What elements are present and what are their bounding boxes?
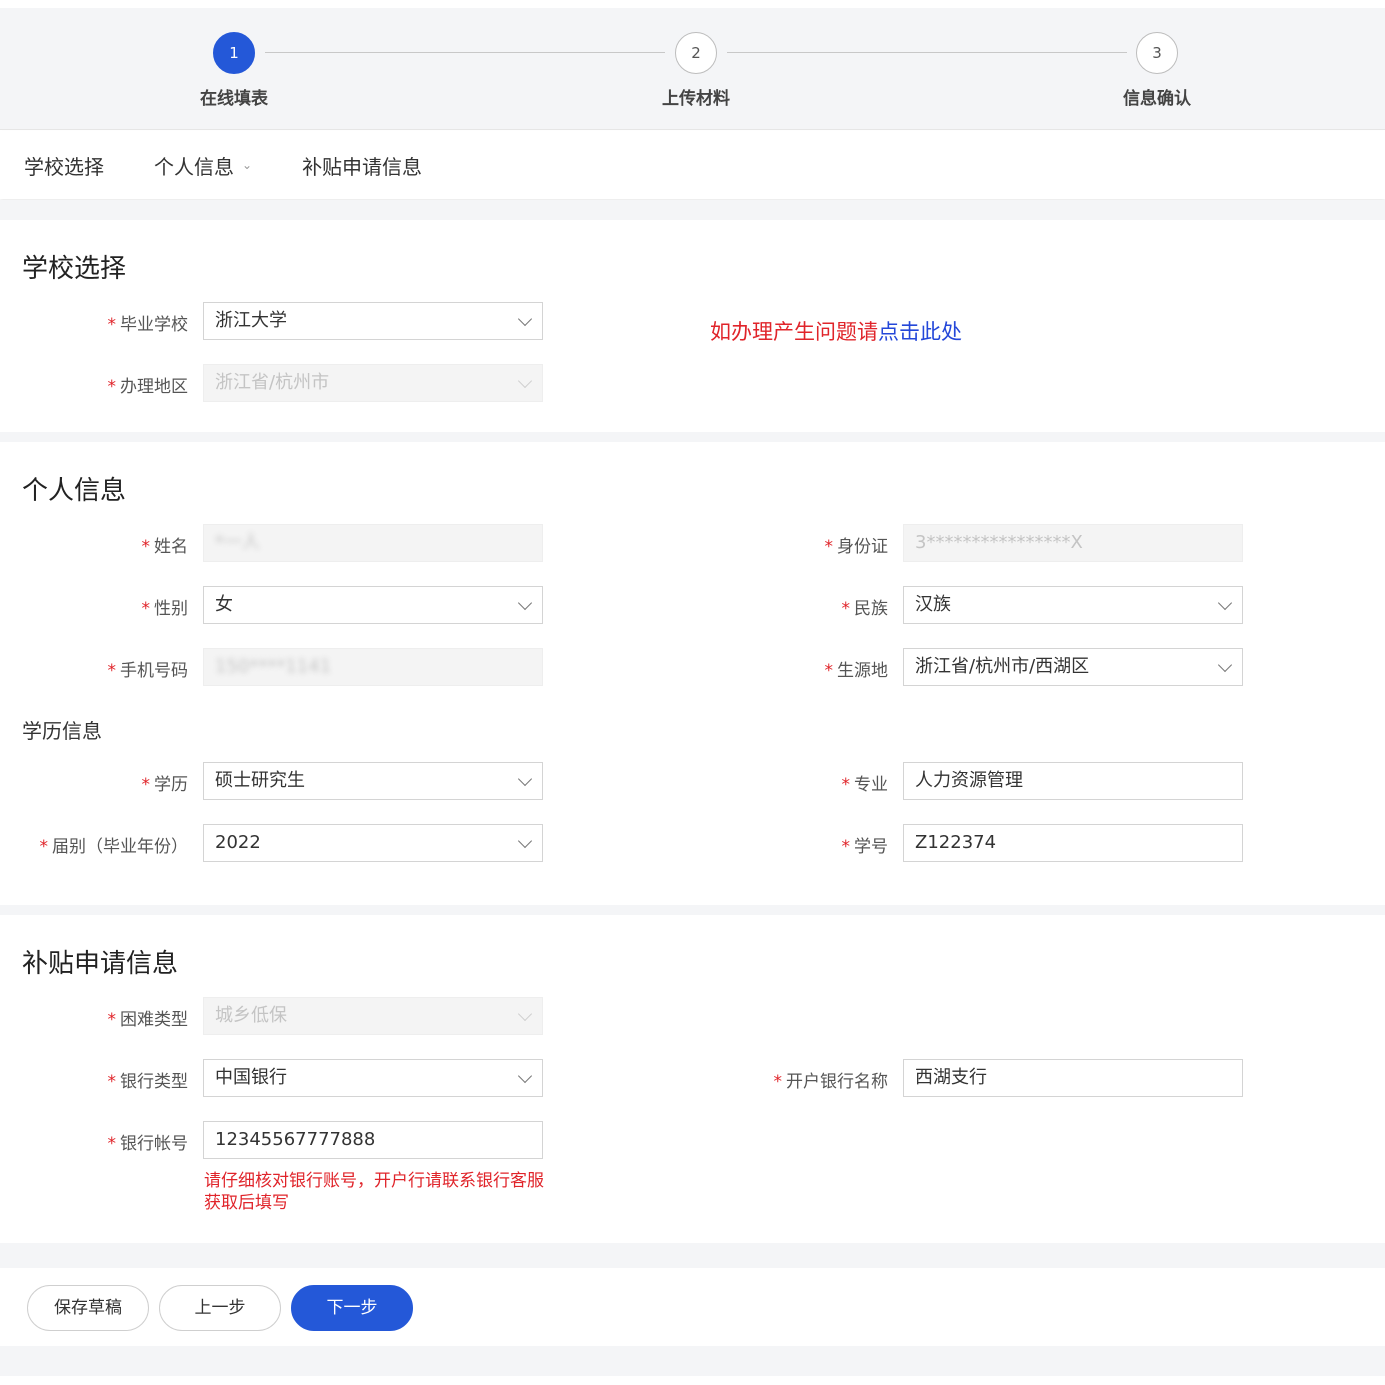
difficulty-type-select: 城乡低保 bbox=[203, 997, 543, 1035]
graduate-school-select[interactable]: 浙江大学 bbox=[203, 302, 543, 340]
student-number-input[interactable]: Z122374 bbox=[903, 824, 1243, 862]
chevron-down-icon bbox=[517, 595, 533, 611]
next-step-button[interactable]: 下一步 bbox=[291, 1285, 413, 1331]
chevron-down-icon bbox=[517, 311, 533, 327]
major-label: * 专业 bbox=[841, 775, 889, 795]
subsidy-section-title: 补贴申请信息 bbox=[22, 949, 179, 979]
ethnicity-select[interactable]: 汉族 bbox=[903, 586, 1243, 624]
step-connector bbox=[265, 52, 665, 53]
chevron-down-icon bbox=[1217, 657, 1233, 673]
step-3-label: 信息确认 bbox=[1123, 89, 1191, 109]
progress-stepper: 1 在线填表 2 上传材料 3 信息确认 bbox=[0, 8, 1385, 130]
region-label: * 办理地区 bbox=[107, 377, 189, 397]
prev-step-button[interactable]: 上一步 bbox=[159, 1285, 281, 1331]
bank-account-input[interactable]: 12345567777888 bbox=[203, 1121, 543, 1159]
step-3-number: 3 bbox=[1136, 32, 1178, 74]
degree-select[interactable]: 硕士研究生 bbox=[203, 762, 543, 800]
degree-label: * 学历 bbox=[141, 775, 189, 795]
bank-branch-label: * 开户银行名称 bbox=[773, 1072, 889, 1092]
origin-label: * 生源地 bbox=[824, 661, 889, 681]
section-divider bbox=[0, 1346, 1385, 1376]
phone-field: 150****1141 bbox=[203, 648, 543, 686]
section-divider bbox=[0, 905, 1385, 915]
tab-school-label: 学校选择 bbox=[24, 154, 104, 179]
step-1-number: 1 bbox=[213, 32, 255, 74]
bank-branch-input[interactable]: 西湖支行 bbox=[903, 1059, 1243, 1097]
bank-account-label: * 银行帐号 bbox=[107, 1134, 189, 1154]
difficulty-type-label: * 困难类型 bbox=[107, 1010, 189, 1030]
tab-school[interactable]: 学校选择 bbox=[24, 151, 104, 180]
chevron-down-icon bbox=[1217, 595, 1233, 611]
school-section-title: 学校选择 bbox=[22, 254, 127, 284]
anchor-tabs: 学校选择 个人信息 ⌄ 补贴申请信息 bbox=[0, 131, 1385, 199]
step-2-number: 2 bbox=[675, 32, 717, 74]
chevron-down-icon bbox=[517, 771, 533, 787]
phone-label: * 手机号码 bbox=[107, 661, 189, 681]
section-divider bbox=[0, 200, 1385, 220]
bank-account-hint: 请仔细核对银行账号，开户行请联系银行客服获取后填写 bbox=[204, 1171, 544, 1213]
section-divider bbox=[0, 1243, 1385, 1268]
ethnicity-label: * 民族 bbox=[841, 599, 889, 619]
chevron-down-icon bbox=[517, 833, 533, 849]
personal-section-title: 个人信息 bbox=[22, 476, 127, 506]
name-field: *一人 bbox=[203, 524, 543, 562]
gender-select[interactable]: 女 bbox=[203, 586, 543, 624]
step-2-label: 上传材料 bbox=[662, 89, 730, 109]
tab-subsidy[interactable]: 补贴申请信息 bbox=[302, 151, 422, 180]
tab-personal[interactable]: 个人信息 ⌄ bbox=[154, 151, 252, 180]
chevron-down-icon: ⌄ bbox=[242, 158, 253, 172]
chevron-down-icon bbox=[517, 373, 533, 389]
tab-subsidy-label: 补贴申请信息 bbox=[302, 154, 423, 179]
help-link[interactable]: 点击此处 bbox=[878, 320, 962, 344]
graduation-year-label: * 届别（毕业年份） bbox=[39, 837, 189, 857]
save-draft-button[interactable]: 保存草稿 bbox=[27, 1285, 149, 1331]
id-card-label: * 身份证 bbox=[824, 537, 889, 557]
id-card-field: 3****************X bbox=[903, 524, 1243, 562]
help-text: 如办理产生问题请点击此处 bbox=[710, 320, 962, 344]
major-input[interactable]: 人力资源管理 bbox=[903, 762, 1243, 800]
region-select: 浙江省/杭州市 bbox=[203, 364, 543, 402]
graduate-school-label: * 毕业学校 bbox=[107, 315, 189, 335]
section-divider bbox=[0, 432, 1385, 442]
education-subtitle: 学历信息 bbox=[22, 719, 102, 743]
tab-personal-label: 个人信息 bbox=[154, 154, 234, 179]
gender-label: * 性别 bbox=[141, 599, 189, 619]
chevron-down-icon bbox=[517, 1068, 533, 1084]
origin-select[interactable]: 浙江省/杭州市/西湖区 bbox=[903, 648, 1243, 686]
step-connector bbox=[727, 52, 1127, 53]
student-number-label: * 学号 bbox=[841, 837, 889, 857]
bank-type-select[interactable]: 中国银行 bbox=[203, 1059, 543, 1097]
graduation-year-select[interactable]: 2022 bbox=[203, 824, 543, 862]
name-label: * 姓名 bbox=[141, 537, 189, 557]
chevron-down-icon bbox=[517, 1006, 533, 1022]
bank-type-label: * 银行类型 bbox=[107, 1072, 189, 1092]
step-1-label: 在线填表 bbox=[200, 89, 268, 109]
